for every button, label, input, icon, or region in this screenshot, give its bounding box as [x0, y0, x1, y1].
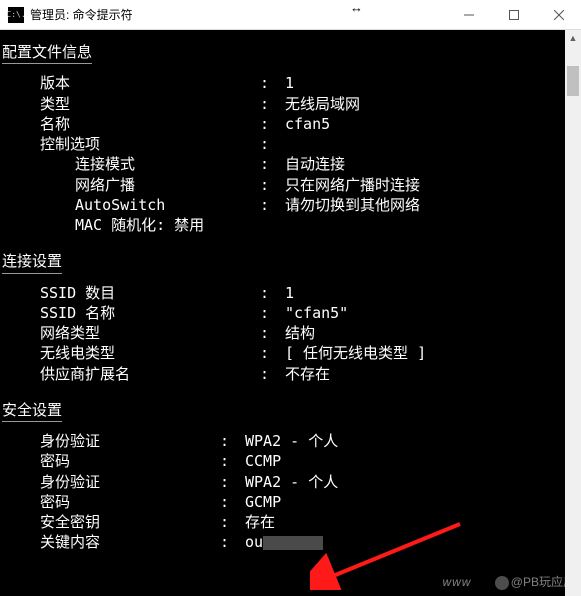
row-colon: :: [220, 431, 245, 451]
output-row: 版本:1: [0, 73, 581, 93]
row-colon: :: [260, 134, 285, 154]
row-colon: :: [260, 323, 285, 343]
row-colon: :: [260, 343, 285, 363]
redacted-block: [263, 536, 323, 550]
row-value: 1: [285, 283, 581, 303]
row-value: [ 任何无线电类型 ]: [285, 343, 581, 363]
row-key: 安全密钥: [0, 512, 220, 532]
row-colon: :: [260, 94, 285, 114]
output-row: 网络类型:结构: [0, 323, 581, 343]
row-colon: :: [220, 451, 245, 471]
row-value: ou: [245, 532, 581, 552]
row-key: AutoSwitch: [0, 195, 260, 215]
row-value: WPA2 - 个人: [245, 472, 581, 492]
maximize-button[interactable]: [491, 0, 536, 30]
row-key: 身份验证: [0, 472, 220, 492]
output-row: 身份验证:WPA2 - 个人: [0, 431, 581, 451]
row-colon: :: [220, 532, 245, 552]
row-colon: :: [220, 492, 245, 512]
row-colon: :: [220, 472, 245, 492]
row-value: 结构: [285, 323, 581, 343]
row-key: 密码: [0, 492, 220, 512]
row-value: cfan5: [285, 114, 581, 134]
terminal-output: 配置文件信息 版本:1类型:无线局域网名称:cfan5控制选项:连接模式:自动连…: [0, 30, 581, 596]
output-row: 控制选项:: [0, 134, 581, 154]
row-key: 版本: [0, 73, 260, 93]
vertical-scrollbar[interactable]: ▲: [565, 30, 581, 596]
row-key: SSID 数目: [0, 283, 260, 303]
section-header-conn: 连接设置: [2, 251, 62, 273]
output-row: 密码:CCMP: [0, 451, 581, 471]
output-row: 名称:cfan5: [0, 114, 581, 134]
section-header-profile: 配置文件信息: [2, 42, 92, 64]
row-value: [285, 134, 581, 154]
row-key: 连接模式: [0, 154, 260, 174]
output-row: AutoSwitch:请勿切换到其他网络: [0, 195, 581, 215]
output-row: 类型:无线局域网: [0, 94, 581, 114]
window-controls: [446, 0, 581, 30]
watermark: www @PB玩应用: [442, 574, 575, 590]
row-colon: [260, 215, 285, 235]
row-colon: :: [260, 175, 285, 195]
output-row: 安全密钥:存在: [0, 512, 581, 532]
row-value: 自动连接: [285, 154, 581, 174]
row-colon: :: [260, 283, 285, 303]
row-value: [285, 215, 581, 235]
output-row: 无线电类型:[ 任何无线电类型 ]: [0, 343, 581, 363]
weibo-icon: [495, 576, 509, 590]
scroll-thumb[interactable]: [567, 66, 579, 96]
row-key: MAC 随机化: 禁用: [0, 215, 260, 235]
row-colon: :: [260, 364, 285, 384]
row-key: SSID 名称: [0, 303, 260, 323]
row-colon: :: [260, 195, 285, 215]
row-value: CCMP: [245, 451, 581, 471]
row-key: 关键内容: [0, 532, 220, 552]
row-key: 类型: [0, 94, 260, 114]
row-value: 1: [285, 73, 581, 93]
scroll-up-arrow-icon[interactable]: ▲: [565, 30, 581, 46]
row-value: "cfan5": [285, 303, 581, 323]
row-colon: :: [220, 512, 245, 532]
cmd-icon: C:\.: [8, 7, 24, 23]
row-value: 只在网络广播时连接: [285, 175, 581, 195]
output-row: 连接模式:自动连接: [0, 154, 581, 174]
window-titlebar: C:\. 管理员: 命令提示符 ↔: [0, 0, 581, 30]
row-colon: :: [260, 154, 285, 174]
row-key: 密码: [0, 451, 220, 471]
row-key: 身份验证: [0, 431, 220, 451]
row-key: 控制选项: [0, 134, 260, 154]
window-title: 管理员: 命令提示符: [30, 6, 446, 23]
row-value: 不存在: [285, 364, 581, 384]
row-value: 请勿切换到其他网络: [285, 195, 581, 215]
row-colon: :: [260, 303, 285, 323]
row-key: 名称: [0, 114, 260, 134]
close-button[interactable]: [536, 0, 581, 30]
row-key: 供应商扩展名: [0, 364, 260, 384]
output-row: SSID 名称:"cfan5": [0, 303, 581, 323]
row-key: 网络类型: [0, 323, 260, 343]
row-colon: :: [260, 114, 285, 134]
output-row: 供应商扩展名:不存在: [0, 364, 581, 384]
row-key: 网络广播: [0, 175, 260, 195]
row-value: 存在: [245, 512, 581, 532]
row-value: GCMP: [245, 492, 581, 512]
output-row: SSID 数目:1: [0, 283, 581, 303]
minimize-button[interactable]: [446, 0, 491, 30]
row-key: 无线电类型: [0, 343, 260, 363]
output-row: 身份验证:WPA2 - 个人: [0, 472, 581, 492]
section-header-security: 安全设置: [2, 400, 62, 422]
row-value: 无线局域网: [285, 94, 581, 114]
row-colon: :: [260, 73, 285, 93]
output-row: 网络广播:只在网络广播时连接: [0, 175, 581, 195]
output-row: 关键内容:ou: [0, 532, 581, 552]
resize-handle-icon: ↔: [350, 0, 363, 15]
row-value: WPA2 - 个人: [245, 431, 581, 451]
output-row: MAC 随机化: 禁用: [0, 215, 581, 235]
output-row: 密码:GCMP: [0, 492, 581, 512]
